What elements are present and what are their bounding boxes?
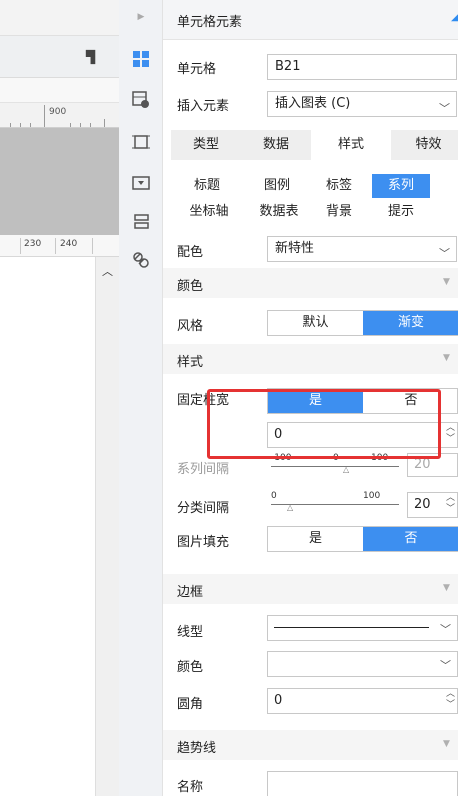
chevron-down-icon: ﹀	[439, 247, 450, 260]
image-fill-label: 图片填充	[177, 535, 230, 550]
image-fill-toggle: 是 否	[267, 526, 458, 552]
style-label: 风格	[177, 319, 204, 334]
spinner-arrows-icon: ︿ ﹀	[445, 423, 455, 444]
section-color[interactable]: 颜色 ▼	[163, 268, 458, 298]
tab-style[interactable]: 样式	[311, 130, 391, 160]
cell-label: 单元格	[177, 62, 217, 77]
series-gap-slider[interactable]: -100 0 100 △	[271, 453, 399, 476]
red-highlight-box	[207, 389, 441, 459]
collapse-arrow-icon: ▼	[443, 277, 450, 287]
border-color-select[interactable]: ﹀	[267, 651, 458, 677]
spinner-arrows-icon: ︿ ﹀	[445, 493, 455, 514]
pin-icon[interactable]: ◢	[451, 12, 458, 23]
chevron-down-icon: ﹀	[440, 623, 451, 636]
format-painter-icon[interactable]: ▜	[86, 50, 95, 64]
chevron-down-icon: ﹀	[440, 659, 451, 672]
line-type-label: 线型	[177, 625, 204, 640]
slider-thumb-icon: △	[287, 503, 294, 512]
image-fill-no-option[interactable]: 否	[363, 527, 458, 551]
layout-icon[interactable]	[119, 213, 163, 235]
radius-label: 圆角	[177, 697, 204, 712]
canvas-grey-area	[0, 128, 119, 235]
widget-icon[interactable]	[119, 174, 163, 196]
spinner-arrows-icon: ︿ ﹀	[445, 689, 455, 710]
panel-title-bar: 单元格元素 ◢	[163, 0, 458, 40]
cell-element-icon[interactable]	[119, 50, 163, 72]
collapse-arrow-icon: ▼	[443, 583, 450, 593]
arrow-icon[interactable]: ▶	[119, 12, 163, 22]
section-trendline[interactable]: 趋势线 ▼	[163, 730, 458, 760]
subtab-series[interactable]: 系列	[372, 174, 430, 198]
color-scheme-select[interactable]: 新特性 ﹀	[267, 236, 457, 262]
collapse-arrow-icon: ▼	[443, 353, 450, 363]
scroll-up-icon[interactable]: ︿	[102, 263, 113, 279]
color-scheme-label: 配色	[177, 245, 204, 260]
border-color-label: 颜色	[177, 660, 204, 675]
tab-data[interactable]: 数据	[241, 130, 311, 160]
slider-thumb-icon: △	[343, 465, 350, 474]
insert-element-select[interactable]: 插入图表 (C) ﹀	[267, 91, 457, 117]
col-label-240: 240	[60, 239, 78, 249]
collapse-arrow-icon: ▼	[443, 739, 450, 749]
canvas-toolbar: ▜	[0, 36, 119, 78]
image-fill-yes-option[interactable]: 是	[268, 527, 363, 551]
subtab-tooltip[interactable]: 提示	[373, 200, 429, 224]
canvas-gap	[0, 78, 119, 102]
col-label-230: 230	[24, 239, 42, 249]
trend-name-label: 名称	[177, 780, 204, 795]
subtab-axis[interactable]: 坐标轴	[181, 200, 237, 224]
style-gradient-option[interactable]: 渐变	[363, 311, 458, 335]
subtab-legend[interactable]: 图例	[249, 174, 305, 198]
property-icon-column: ▶	[119, 0, 163, 796]
chevron-down-icon: ﹀	[439, 102, 450, 115]
vertical-scrollbar[interactable]: ︿	[95, 257, 119, 796]
style-tab-bar: 类型 数据 样式 特效	[171, 130, 458, 160]
series-gap-label: 系列间隔	[177, 462, 230, 477]
design-canvas: ▜ 900 230 240 ︿	[0, 0, 119, 796]
category-gap-label: 分类间隔	[177, 501, 230, 516]
trend-name-input[interactable]	[267, 771, 458, 796]
cell-input[interactable]: B21	[267, 54, 457, 80]
style-toggle: 默认 渐变	[267, 310, 458, 336]
panel-title: 单元格元素	[177, 15, 243, 30]
category-gap-slider[interactable]: 0 100 △	[271, 491, 399, 514]
subtab-datatable[interactable]: 数据表	[251, 200, 307, 224]
border-frame-icon[interactable]	[119, 133, 163, 155]
link-icon[interactable]	[119, 251, 163, 273]
section-border[interactable]: 边框 ▼	[163, 574, 458, 604]
tab-effects[interactable]: 特效	[391, 130, 458, 160]
section-style[interactable]: 样式 ▼	[163, 344, 458, 374]
subtab-title[interactable]: 标题	[179, 174, 235, 198]
ruler-label: 900	[49, 107, 67, 117]
horizontal-ruler: 900	[0, 102, 119, 128]
category-gap-input[interactable]: 20 ︿ ﹀	[407, 492, 458, 518]
column-header: 230 240	[0, 235, 119, 257]
subtab-label[interactable]: 标签	[311, 174, 367, 198]
line-type-select[interactable]: ﹀	[267, 615, 458, 641]
style-default-option[interactable]: 默认	[268, 311, 363, 335]
subtab-background[interactable]: 背景	[311, 200, 367, 224]
insert-element-label: 插入元素	[177, 99, 230, 114]
canvas-top-strip	[0, 0, 119, 36]
radius-input[interactable]: 0 ︿ ﹀	[267, 688, 458, 714]
insert-element-icon[interactable]	[119, 91, 163, 113]
tab-type[interactable]: 类型	[171, 130, 241, 160]
